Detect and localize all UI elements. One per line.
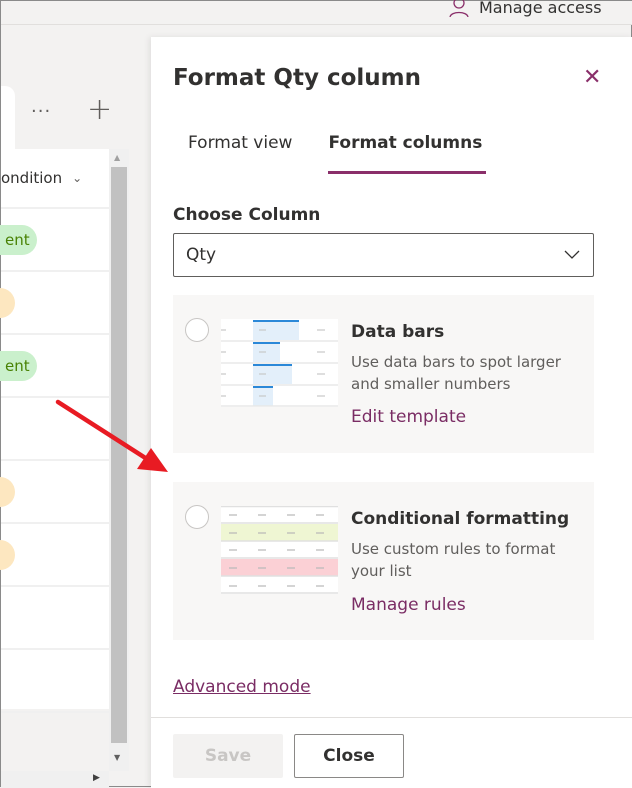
column-header-condition[interactable]: ondition ⌄ (1, 149, 109, 209)
table-row[interactable] (0, 272, 109, 335)
conditional-formatting-description: Use custom rules to format your list (351, 540, 556, 580)
data-bars-option[interactable]: Data bars Use data bars to spot larger a… (173, 295, 594, 453)
tab-format-view[interactable]: Format view (173, 133, 308, 174)
table-row[interactable] (0, 461, 109, 524)
status-pill (0, 540, 15, 570)
conditional-formatting-title: Conditional formatting (351, 509, 570, 529)
person-icon (449, 0, 469, 17)
add-view-button[interactable]: + (87, 95, 112, 125)
data-bars-title: Data bars (351, 322, 445, 342)
scroll-down-icon[interactable]: ▼ (114, 753, 120, 762)
conditional-formatting-radio[interactable] (185, 505, 209, 529)
advanced-mode-link[interactable]: Advanced mode (173, 677, 311, 697)
chevron-down-icon (564, 250, 580, 259)
status-pill (0, 288, 15, 318)
status-pill (0, 477, 15, 507)
table-row[interactable] (1, 587, 109, 650)
manage-access-button[interactable]: Manage access (449, 0, 602, 17)
chevron-down-icon: ⌄ (72, 171, 83, 185)
scroll-right-icon[interactable]: ▶ (93, 773, 100, 783)
conditional-formatting-preview-icon (221, 506, 338, 594)
status-pill: ent (0, 351, 37, 381)
choose-column-label: Choose Column (173, 205, 321, 225)
column-dropdown[interactable]: Qty (173, 233, 594, 277)
status-pill: ent (0, 225, 37, 255)
data-bars-preview-icon (221, 319, 338, 407)
table-row[interactable] (0, 524, 109, 587)
table-row[interactable] (1, 398, 109, 461)
footer-divider (151, 717, 632, 718)
horizontal-scrollbar[interactable]: ▶ (1, 771, 109, 788)
manage-rules-link[interactable]: Manage rules (351, 595, 466, 615)
data-bars-radio[interactable] (185, 318, 209, 342)
scroll-up-icon[interactable]: ▲ (114, 153, 120, 162)
vertical-scrollbar[interactable]: ▲ ▼ (109, 149, 129, 771)
list-table: ondition ⌄ ent ent (0, 149, 109, 713)
tab-format-columns[interactable]: Format columns (328, 133, 487, 174)
table-row[interactable]: ent (0, 335, 109, 398)
table-row[interactable]: ent (0, 209, 109, 272)
more-options-button[interactable]: ··· (31, 101, 51, 122)
close-icon[interactable]: ✕ (583, 65, 601, 90)
view-tab[interactable] (1, 86, 15, 150)
scrollbar-thumb[interactable] (111, 167, 127, 743)
data-bars-description: Use data bars to spot larger and smaller… (351, 353, 561, 393)
edit-template-link[interactable]: Edit template (351, 407, 466, 427)
table-row[interactable] (1, 650, 109, 713)
top-bar: Manage access (1, 0, 632, 25)
panel-title: Format Qty column (173, 65, 421, 91)
close-button[interactable]: Close (294, 734, 404, 778)
format-column-panel: Format Qty column ✕ Format view Format c… (151, 37, 632, 788)
save-button[interactable]: Save (173, 734, 283, 778)
conditional-formatting-option[interactable]: Conditional formatting Use custom rules … (173, 482, 594, 640)
